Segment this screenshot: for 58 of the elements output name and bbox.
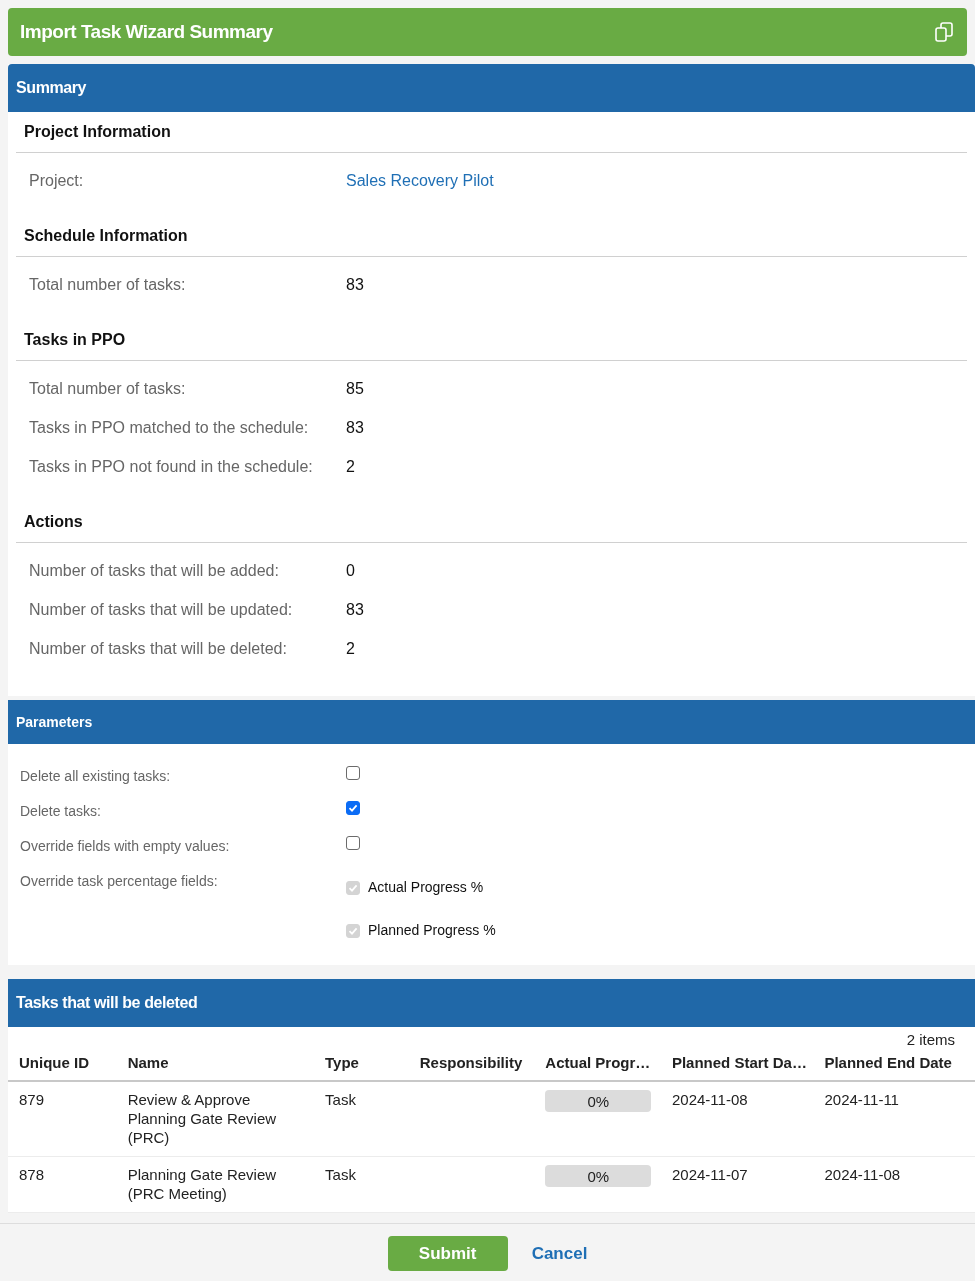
table-cell-text: 2024-11-11 [824, 1090, 900, 1110]
field-label: Number of tasks that will be added: [29, 560, 280, 581]
field-value: 83 [346, 599, 364, 620]
field-label: Number of tasks that will be deleted: [29, 638, 288, 659]
column-header[interactable]: Actual Progr… [545, 1051, 672, 1080]
column-header[interactable]: Planned End Date [824, 1051, 964, 1080]
table-cell-text: 2024-11-07 [671, 1165, 749, 1185]
field-label: Tasks in PPO matched to the schedule: [29, 417, 310, 438]
checkbox[interactable] [346, 801, 360, 815]
field-value: 85 [346, 378, 364, 399]
field-value: 83 [346, 417, 364, 438]
table-cell-text: Review & Approve Planning Gate Review (PRC) [127, 1090, 278, 1147]
wizard-title: Import Task Wizard Summary [20, 19, 273, 44]
field-value: 0 [346, 560, 355, 581]
group-heading: Schedule Information [16, 216, 967, 257]
field-label: Project: [29, 170, 85, 191]
checkbox[interactable] [346, 766, 360, 780]
parameter-label: Override task percentage fields: [20, 872, 219, 891]
checkbox[interactable] [346, 836, 360, 850]
field-label: Total number of tasks: [29, 378, 187, 399]
field-value: 2 [346, 456, 355, 477]
table-cell-text: Task [325, 1165, 357, 1185]
column-header[interactable]: Unique ID [19, 1051, 128, 1080]
table-cell-text: 2024-11-08 [824, 1165, 902, 1185]
column-header[interactable]: Name [127, 1051, 326, 1080]
table-cell-text: 2024-11-08 [671, 1090, 749, 1110]
copy-icon[interactable] [933, 21, 955, 43]
group-heading: Actions [16, 502, 967, 543]
table-cell-text: 878 [19, 1165, 46, 1185]
option-label: Planned Progress % [368, 921, 496, 940]
parameter-label: Override fields with empty values: [20, 837, 231, 856]
table-cell-text: 879 [19, 1090, 46, 1110]
parameter-label: Delete all existing tasks: [20, 767, 172, 786]
group-heading: Project Information [16, 112, 967, 153]
field-label: Total number of tasks: [29, 274, 187, 295]
field-value: 2 [346, 638, 355, 659]
section-title: Parameters [16, 712, 93, 732]
checkmark-icon [348, 882, 358, 893]
column-header[interactable]: Type [325, 1051, 420, 1080]
section-title: Summary [16, 78, 87, 98]
progress-text: 0% [587, 1091, 610, 1111]
option-label: Actual Progress % [368, 878, 484, 897]
column-header[interactable]: Responsibility [419, 1051, 546, 1080]
progress-text: 0% [587, 1166, 610, 1186]
field-value: 83 [346, 274, 364, 295]
item-count: 2 items [906, 1030, 955, 1050]
field-label: Tasks in PPO not found in the schedule: [29, 456, 314, 477]
cancel-link[interactable]: Cancel [531, 1240, 588, 1267]
table-cell-text: Task [325, 1090, 357, 1110]
section-title: Tasks that will be deleted [16, 993, 198, 1013]
group-heading: Tasks in PPO [16, 320, 967, 361]
parameter-label: Delete tasks: [20, 802, 102, 821]
table-cell-text: Planning Gate Review (PRC Meeting) [127, 1165, 278, 1203]
checkmark-icon [348, 803, 358, 813]
field-label: Number of tasks that will be updated: [29, 599, 294, 620]
column-header[interactable]: Planned Start Da… [671, 1051, 825, 1080]
project-link[interactable]: Sales Recovery Pilot [346, 168, 494, 193]
checkmark-icon [348, 925, 358, 936]
